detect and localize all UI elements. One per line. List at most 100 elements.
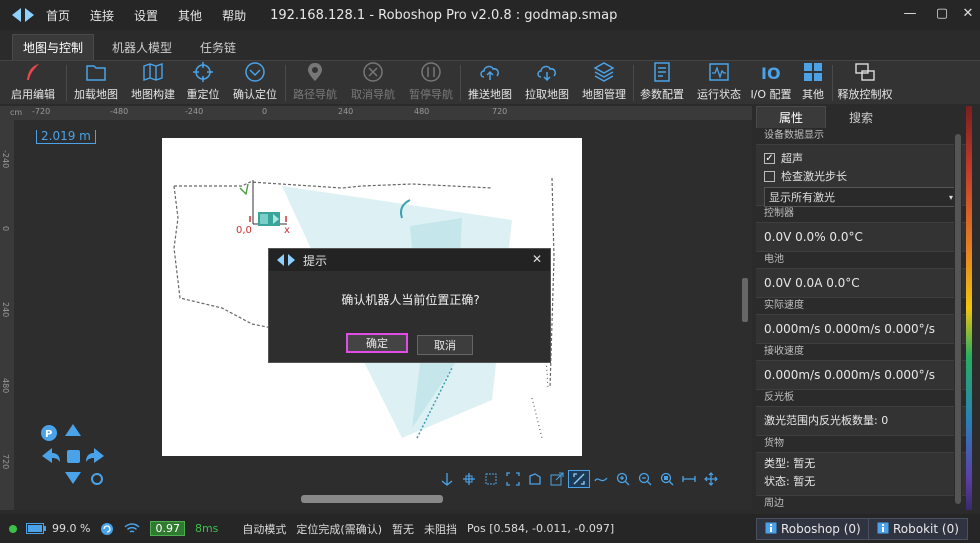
menu-help[interactable]: 帮助 <box>222 7 246 24</box>
backward-arrow-icon[interactable] <box>65 472 81 484</box>
relocate-button[interactable]: 重定位 <box>181 61 225 105</box>
anchor-tool-icon[interactable] <box>436 470 458 488</box>
laser-toggle-icon[interactable] <box>568 470 590 488</box>
svg-text:IO: IO <box>761 64 781 82</box>
cancel-button[interactable]: 取消 <box>417 335 473 355</box>
menu-connect[interactable]: 连接 <box>90 7 114 24</box>
settings-doc-icon <box>650 61 674 83</box>
svg-text:P: P <box>45 429 52 440</box>
cloud-upload-icon <box>478 61 502 83</box>
controller-section: 0.0V 0.0% 0.0°C <box>756 222 966 252</box>
goods-status: 状态: 暂无 <box>764 475 816 488</box>
tab-task-chain[interactable]: 任务链 <box>190 34 246 60</box>
feather-icon <box>21 61 45 83</box>
run-status-button[interactable]: 运行状态 <box>690 61 748 105</box>
dialog-message: 确认机器人当前位置正确? <box>341 293 480 307</box>
pan-tool-icon[interactable] <box>700 470 722 488</box>
param-config-button[interactable]: 参数配置 <box>634 61 690 105</box>
actual-speed-section: 0.000m/s 0.000m/s 0.000°/s <box>756 314 966 344</box>
map-manage-button[interactable]: 地图管理 <box>575 61 633 105</box>
map-build-label: 地图构建 <box>131 88 175 101</box>
enable-edit-label: 启用编辑 <box>11 88 55 101</box>
chevron-down-icon: ▾ <box>948 192 953 202</box>
laser-select[interactable]: 显示所有激光 ▾ <box>764 187 958 207</box>
joystick-settings-icon[interactable] <box>91 473 103 485</box>
controller-section-title: 控制器 <box>756 206 966 222</box>
minimize-button[interactable]: — <box>902 6 918 21</box>
zoom-in-icon[interactable] <box>612 470 634 488</box>
robokit-chip-label: Robokit (0) <box>893 522 959 536</box>
frame-tool-icon[interactable] <box>502 470 524 488</box>
forward-arrow-icon[interactable] <box>65 424 81 436</box>
load-map-label: 加载地图 <box>74 88 118 101</box>
roboshop-chip[interactable]: Roboshop (0) <box>756 518 870 540</box>
more-section-title: 周边 <box>756 496 966 512</box>
pause-icon <box>419 61 443 83</box>
zoom-fit-icon[interactable] <box>656 470 678 488</box>
actual-speed-section-title: 实际速度 <box>756 298 966 314</box>
select-area-icon[interactable] <box>480 470 502 488</box>
robokit-chip[interactable]: Robokit (0) <box>868 518 968 540</box>
push-map-button[interactable]: 推送地图 <box>461 61 519 105</box>
other-button[interactable]: 其他 <box>794 61 832 105</box>
folder-icon <box>84 61 108 83</box>
mode: 自动模式 <box>242 522 287 536</box>
info-icon <box>877 522 889 537</box>
zoom-out-icon[interactable] <box>634 470 656 488</box>
map-vertical-scroll-thumb[interactable] <box>742 278 748 322</box>
panel-scroll-thumb[interactable] <box>955 134 961 504</box>
path-tool-icon[interactable] <box>590 470 612 488</box>
dialog-header: 提示 <box>269 249 550 271</box>
relocate-label: 重定位 <box>186 88 220 101</box>
wifi-icon <box>124 522 140 535</box>
maximize-button[interactable]: ▢ <box>934 6 950 21</box>
io-icon: IO <box>759 61 783 83</box>
region-tool-icon[interactable] <box>524 470 546 488</box>
toolbar: 启用编辑 加载地图 地图构建 重定位 确认定位 路径导航 取消导航 暂停导航 推… <box>0 60 980 104</box>
load-map-button[interactable]: 加载地图 <box>67 61 125 105</box>
release-control-button[interactable]: 释放控制权 <box>833 61 897 105</box>
goods-section: 类型: 暂无 状态: 暂无 <box>756 452 966 496</box>
menu-settings[interactable]: 设置 <box>134 7 158 24</box>
tab-search[interactable]: 搜索 <box>826 106 896 128</box>
confirm-dialog: 提示 ✕ 确认机器人当前位置正确? 确定 取消 <box>268 248 551 363</box>
pull-map-button[interactable]: 拉取地图 <box>519 61 575 105</box>
cancel-nav-button[interactable]: 取消导航 <box>344 61 402 105</box>
ultrasonic-checkbox[interactable]: ✓ 超声 <box>764 149 958 167</box>
tab-properties[interactable]: 属性 <box>756 106 826 128</box>
align-tool-icon[interactable] <box>458 470 480 488</box>
turn-left-icon[interactable] <box>42 448 60 463</box>
confirm-locate-button[interactable]: 确认定位 <box>225 61 285 105</box>
ruler-tick: 240 <box>338 107 354 116</box>
tab-map-control[interactable]: 地图与控制 <box>12 34 95 60</box>
task-status: 暂无 <box>392 522 414 536</box>
ruler-tool-icon[interactable] <box>678 470 700 488</box>
laser-step-checkbox[interactable]: 检查激光步长 <box>764 167 958 185</box>
menu-other[interactable]: 其他 <box>178 7 202 24</box>
pause-nav-button[interactable]: 暂停导航 <box>402 61 460 105</box>
turn-right-icon[interactable] <box>86 448 104 463</box>
ruler-tick: 480 <box>414 107 430 116</box>
map-horizontal-scroll-thumb[interactable] <box>301 495 443 503</box>
confidence-badge: 0.97 <box>150 521 185 536</box>
menu-home[interactable]: 首页 <box>46 7 70 24</box>
app-logo-icon <box>12 8 34 22</box>
stop-button[interactable] <box>67 450 80 463</box>
refresh-icon[interactable] <box>100 522 114 536</box>
map-tool-strip <box>436 470 722 488</box>
tab-robot-model[interactable]: 机器人模型 <box>102 34 182 60</box>
controller-value: 0.0V 0.0% 0.0°C <box>764 230 863 244</box>
path-nav-button[interactable]: 路径导航 <box>286 61 344 105</box>
goods-section-title: 货物 <box>756 436 966 452</box>
pull-map-label: 拉取地图 <box>525 88 569 101</box>
origin-label: 0,0 <box>236 225 252 236</box>
enable-edit-button[interactable]: 启用编辑 <box>0 61 66 105</box>
close-window-button[interactable]: ✕ <box>960 6 976 21</box>
ok-button[interactable]: 确定 <box>346 333 408 353</box>
crosshair-icon <box>191 61 215 83</box>
export-tool-icon[interactable] <box>546 470 568 488</box>
dialog-close-button[interactable]: ✕ <box>532 252 542 266</box>
io-config-button[interactable]: IO I/O 配置 <box>748 61 794 105</box>
p-mode-button[interactable]: P <box>41 425 57 441</box>
map-build-button[interactable]: 地图构建 <box>125 61 181 105</box>
